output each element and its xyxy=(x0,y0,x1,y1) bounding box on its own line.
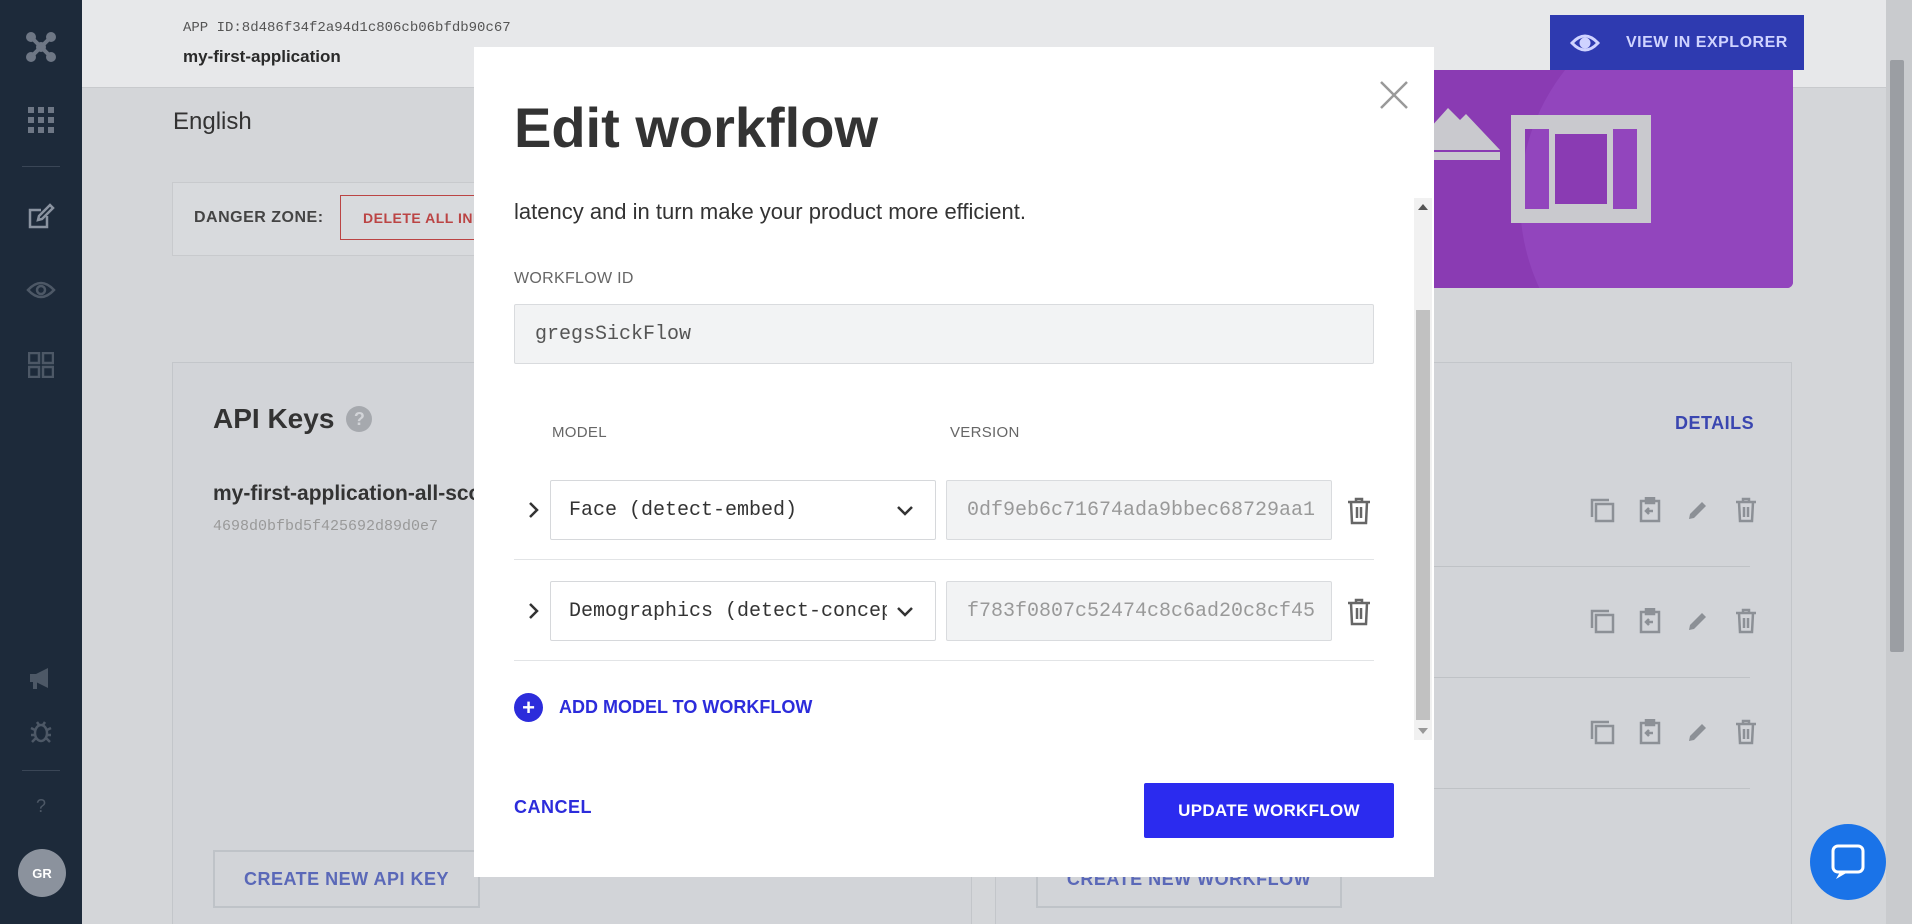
modal-title: Edit workflow xyxy=(514,96,878,159)
pencil-icon[interactable] xyxy=(1684,607,1712,635)
modal-scrollbar-thumb[interactable] xyxy=(1416,310,1430,720)
add-model-label: ADD MODEL TO WORKFLOW xyxy=(559,697,813,717)
version-column-header: VERSION xyxy=(950,424,1020,441)
sidebar-divider-bottom xyxy=(22,770,60,771)
copy-icon[interactable] xyxy=(1588,607,1616,635)
image-icon xyxy=(1430,90,1500,160)
trash-icon[interactable] xyxy=(1732,496,1760,524)
add-model-button[interactable]: + ADD MODEL TO WORKFLOW xyxy=(514,693,812,722)
model-select[interactable]: Demographics (detect-concepts) xyxy=(550,581,936,641)
close-icon xyxy=(1380,81,1408,109)
pencil-icon[interactable] xyxy=(1684,718,1712,746)
close-button[interactable] xyxy=(1372,73,1416,117)
api-keys-heading: API Keys xyxy=(213,403,335,434)
app-id: APP ID:8d486f34f2a94d1c806cb06bfdb90c67 xyxy=(183,20,511,36)
chat-button[interactable] xyxy=(1810,824,1886,900)
edit-workflow-modal: Edit workflow latency and in turn make y… xyxy=(474,47,1434,877)
help-icon[interactable]: ? xyxy=(21,786,61,826)
pencil-icon[interactable] xyxy=(1684,496,1712,524)
model-column-header: MODEL xyxy=(552,424,607,441)
clipboard-icon[interactable] xyxy=(1636,496,1664,524)
model-row: Face (detect-embed) 0df9eb6c71674ada9bbe… xyxy=(514,460,1374,560)
eye-icon[interactable] xyxy=(21,270,61,310)
logo-icon[interactable] xyxy=(21,27,61,67)
sidebar-divider xyxy=(22,166,60,167)
edit-icon[interactable] xyxy=(21,196,61,236)
view-in-explorer-label: VIEW IN EXPLORER xyxy=(1626,33,1788,51)
avatar[interactable]: GR xyxy=(18,849,66,897)
help-circle-icon[interactable]: ? xyxy=(346,406,373,432)
model-select-value: Face (detect-embed) xyxy=(569,498,798,522)
delete-model-button[interactable] xyxy=(1344,496,1374,526)
update-workflow-button[interactable]: UPDATE WORKFLOW xyxy=(1144,783,1394,838)
delete-all-inputs-button[interactable]: DELETE ALL INPUTS xyxy=(340,195,490,240)
row-actions xyxy=(1588,496,1760,524)
expand-chevron-icon[interactable] xyxy=(524,599,544,623)
api-key-value: 4698d0bfbd5f425692d89d0e7 xyxy=(213,518,439,535)
megaphone-icon[interactable] xyxy=(21,658,61,698)
version-field[interactable]: f783f0807c52474c8c6ad20c8cf45 xyxy=(946,581,1332,641)
chat-icon xyxy=(1831,844,1865,879)
bug-icon[interactable] xyxy=(21,711,61,751)
copy-icon[interactable] xyxy=(1588,718,1616,746)
trash-icon[interactable] xyxy=(1732,607,1760,635)
api-key-name: my-first-application-all-scopes xyxy=(213,482,478,505)
dashboard-icon[interactable] xyxy=(21,345,61,385)
film-icon-inner xyxy=(1549,128,1613,210)
create-api-key-button[interactable]: CREATE NEW API KEY xyxy=(213,850,480,908)
workflow-id-label: WORKFLOW ID xyxy=(514,270,634,287)
page-scrollbar[interactable] xyxy=(1886,0,1912,924)
modal-description: latency and in turn make your product mo… xyxy=(514,199,1026,224)
row-divider xyxy=(1430,677,1750,678)
trash-icon xyxy=(1348,497,1370,525)
plus-icon: + xyxy=(514,693,543,722)
clipboard-icon[interactable] xyxy=(1636,718,1664,746)
copy-icon[interactable] xyxy=(1588,496,1616,524)
modal-scrollbar[interactable] xyxy=(1414,198,1432,740)
details-link[interactable]: DETAILS xyxy=(1675,413,1754,434)
row-actions xyxy=(1588,607,1760,635)
chevron-down-icon xyxy=(895,501,915,521)
model-select[interactable]: Face (detect-embed) xyxy=(550,480,936,540)
language-value: English xyxy=(173,108,252,135)
delete-model-button[interactable] xyxy=(1344,597,1374,627)
apps-grid-icon[interactable] xyxy=(21,100,61,140)
cancel-button[interactable]: CANCEL xyxy=(514,797,592,818)
sidebar: ? GR xyxy=(0,0,82,924)
app-name: my-first-application xyxy=(183,47,341,66)
row-divider xyxy=(1430,566,1750,567)
model-select-value: Demographics (detect-concepts) xyxy=(569,599,887,623)
page-scrollbar-thumb[interactable] xyxy=(1890,60,1904,652)
row-divider xyxy=(1430,788,1750,789)
view-in-explorer-button[interactable]: VIEW IN EXPLORER xyxy=(1550,15,1804,70)
scroll-up-arrow-icon[interactable] xyxy=(1418,204,1428,210)
eye-icon xyxy=(1570,34,1600,51)
trash-icon xyxy=(1348,598,1370,626)
trash-icon[interactable] xyxy=(1732,718,1760,746)
model-row: Demographics (detect-concepts) f783f0807… xyxy=(514,561,1374,661)
danger-zone-label: DANGER ZONE: xyxy=(194,209,324,226)
workflow-id-input[interactable]: gregsSickFlow xyxy=(514,304,1374,364)
scroll-down-arrow-icon[interactable] xyxy=(1418,728,1428,734)
version-field[interactable]: 0df9eb6c71674ada9bbec68729aa1 xyxy=(946,480,1332,540)
expand-chevron-icon[interactable] xyxy=(524,498,544,522)
clipboard-icon[interactable] xyxy=(1636,607,1664,635)
api-keys-title: API Keys ? xyxy=(213,403,373,435)
row-actions xyxy=(1588,718,1760,746)
chevron-down-icon xyxy=(895,602,915,622)
